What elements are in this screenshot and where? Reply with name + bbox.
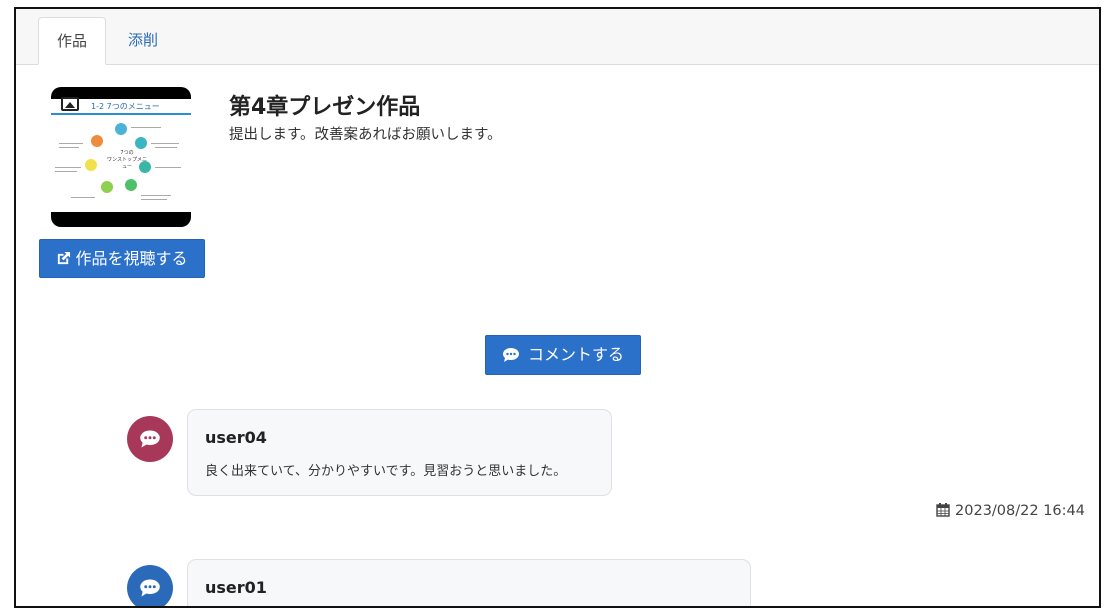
- comment-card: user04 良く出来ていて、分かりやすいです。見習おうと思いました。: [187, 409, 612, 496]
- thumbnail-center-line-1: 7つの: [120, 150, 134, 156]
- diagram-node: [115, 123, 127, 135]
- work-title: 第4章プレゼン作品: [229, 95, 421, 120]
- comment-user: user01: [205, 578, 267, 597]
- view-work-button-label: 作品を視聴する: [75, 249, 188, 268]
- diagram-text-line: [59, 147, 79, 148]
- thumbnail-center-line-2: ワンストップメニュー: [107, 157, 147, 170]
- diagram-node: [135, 137, 147, 149]
- image-icon: [61, 97, 79, 111]
- comment-user: user04: [205, 428, 267, 447]
- diagram-text-line: [141, 195, 171, 196]
- work-detail-panel: 作品 添削 1-2 7つのメニュー 7つの ワンストップメニュー 作品を視聴する…: [14, 7, 1101, 608]
- diagram-node: [101, 181, 113, 193]
- tab-bar: 作品 添削: [16, 9, 1099, 65]
- tab-work[interactable]: 作品: [38, 17, 106, 65]
- avatar: [127, 416, 173, 462]
- thumbnail-center-label: 7つの ワンストップメニュー: [107, 149, 147, 170]
- add-comment-button-label: コメントする: [527, 345, 624, 364]
- diagram-text-line: [55, 167, 81, 168]
- diagram-text-line: [141, 199, 167, 200]
- work-description: 提出します。改善案あればお願いします。: [229, 127, 502, 143]
- comment-timestamp-value: 2023/08/22 16:44: [955, 503, 1085, 519]
- thumbnail-slide: 1-2 7つのメニュー 7つの ワンストップメニュー: [51, 97, 191, 212]
- diagram-text-line: [155, 147, 177, 148]
- diagram-text-line: [55, 171, 77, 172]
- thumbnail-header-bar: 1-2 7つのメニュー: [51, 97, 191, 115]
- comment-text: 良く出来ていて、分かりやすいです。見習おうと思いました。: [205, 464, 567, 479]
- diagram-text-line: [155, 167, 181, 168]
- diagram-node: [85, 159, 97, 171]
- comment-card: user01: [187, 559, 751, 606]
- work-thumbnail[interactable]: 1-2 7つのメニュー 7つの ワンストップメニュー: [51, 87, 191, 227]
- diagram-node: [125, 179, 137, 191]
- comment-icon: [140, 579, 160, 597]
- diagram-node: [91, 135, 103, 147]
- add-comment-button[interactable]: コメントする: [485, 335, 641, 375]
- comment-timestamp: 2023/08/22 16:44: [936, 503, 1085, 521]
- diagram-text-line: [151, 143, 179, 144]
- diagram-text-line: [131, 127, 161, 128]
- tab-correction[interactable]: 添削: [114, 17, 172, 65]
- calendar-icon: [936, 503, 950, 521]
- external-link-icon: [56, 242, 71, 279]
- avatar: [127, 565, 173, 606]
- diagram-text-line: [59, 143, 83, 144]
- diagram-text-line: [71, 197, 95, 198]
- view-work-button[interactable]: 作品を視聴する: [39, 239, 205, 278]
- comment-icon: [502, 339, 520, 377]
- comment-icon: [140, 430, 160, 448]
- thumbnail-slide-title: 1-2 7つのメニュー: [91, 102, 160, 111]
